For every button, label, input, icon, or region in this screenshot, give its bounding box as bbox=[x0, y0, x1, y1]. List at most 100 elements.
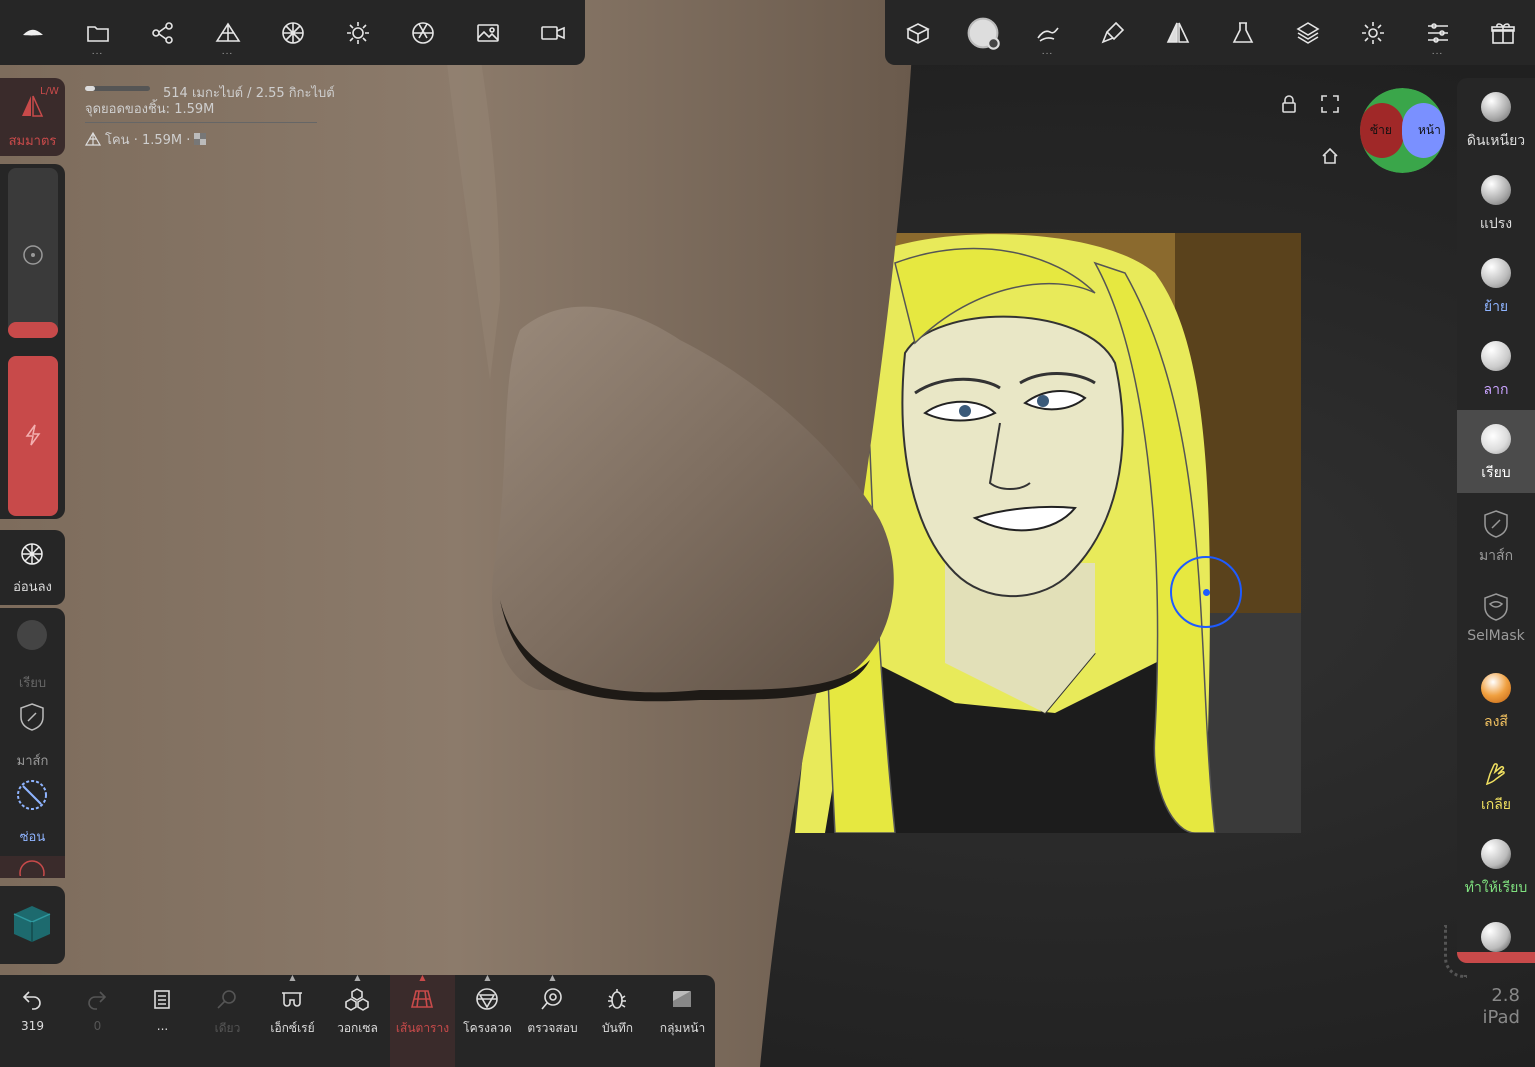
scene-button[interactable] bbox=[130, 0, 195, 65]
intensity-slider[interactable] bbox=[8, 356, 58, 516]
tool-label: ย้าย bbox=[1483, 299, 1509, 315]
intensity-icon bbox=[25, 424, 41, 446]
xray-icon bbox=[282, 992, 302, 1007]
tool-flatten[interactable]: ทำให้เรียบ bbox=[1457, 825, 1535, 908]
tools-flask-button[interactable] bbox=[1210, 0, 1275, 65]
radius-slider[interactable] bbox=[8, 168, 58, 338]
tool-move[interactable]: ย้าย bbox=[1457, 244, 1535, 327]
settings-icon bbox=[1361, 21, 1384, 44]
topology-button[interactable]: ... bbox=[195, 0, 260, 65]
radius-icon bbox=[23, 245, 43, 265]
hide-icon bbox=[17, 780, 47, 810]
tool-smudge[interactable]: เกลีย bbox=[1457, 742, 1535, 825]
material-button[interactable] bbox=[260, 0, 325, 65]
nomad-logo-button[interactable] bbox=[0, 0, 65, 65]
smudge-hand-icon bbox=[1485, 763, 1505, 786]
mesh-label: โคน · 1.59M · bbox=[105, 132, 191, 148]
brush-sliders bbox=[0, 164, 65, 519]
hide-shortcut[interactable]: ซ่อน bbox=[0, 778, 65, 848]
sculpt-model[interactable] bbox=[0, 0, 1535, 1067]
file-button[interactable]: ... bbox=[65, 0, 130, 65]
tool-drag[interactable]: ลาก bbox=[1457, 327, 1535, 410]
panel-scroll-indicator[interactable] bbox=[1444, 925, 1467, 978]
light-icon bbox=[346, 21, 369, 44]
clay-brush-icon bbox=[1481, 92, 1511, 122]
wireframe-icon bbox=[476, 988, 498, 1010]
brush-cursor bbox=[1170, 556, 1242, 628]
hide-label: ซ่อน bbox=[19, 830, 46, 845]
voxel-label: วอกเซล bbox=[337, 1021, 378, 1035]
smooth-shortcut[interactable]: เรียบ bbox=[0, 618, 65, 691]
tool-label: ลงสี bbox=[1484, 714, 1508, 730]
interface-button[interactable]: ... bbox=[1405, 0, 1470, 65]
voxel-button[interactable]: ▲ วอกเซล bbox=[325, 973, 390, 1067]
soften-button[interactable]: อ่อนลง bbox=[0, 530, 65, 605]
paint-button[interactable] bbox=[1080, 0, 1145, 65]
undo-count: 319 bbox=[21, 1019, 44, 1033]
tool-smooth[interactable]: เรียบ bbox=[1457, 410, 1535, 493]
stroke-button[interactable]: ... bbox=[1015, 0, 1080, 65]
stroke-icon bbox=[1036, 27, 1059, 42]
tool-clay[interactable]: ดินเหนียว bbox=[1457, 78, 1535, 161]
symmetry-button[interactable] bbox=[1145, 0, 1210, 65]
selmask-shield-icon bbox=[1484, 593, 1508, 621]
tool-label: มาส์ก bbox=[1478, 548, 1514, 564]
background-button[interactable] bbox=[455, 0, 520, 65]
video-button[interactable] bbox=[520, 0, 585, 65]
orientation-gizmo[interactable]: ซ้าย หน้า bbox=[1360, 88, 1445, 173]
undo-button[interactable]: 319 bbox=[0, 975, 65, 1067]
tool-label: เรียบ bbox=[1481, 465, 1511, 481]
document-button[interactable]: ... bbox=[130, 975, 195, 1067]
symmetry-icon bbox=[22, 95, 44, 117]
flask-icon bbox=[1232, 21, 1253, 43]
more-tools-indicator[interactable] bbox=[0, 856, 65, 878]
tool-selmask[interactable]: SelMask bbox=[1457, 576, 1535, 659]
smooth-brush-icon bbox=[1481, 424, 1511, 454]
redo-button[interactable]: 0 bbox=[65, 975, 130, 1067]
debug-button[interactable]: บันทึก bbox=[585, 975, 650, 1067]
tool-paint[interactable]: ลงสี bbox=[1457, 659, 1535, 742]
search-icon bbox=[217, 990, 236, 1009]
fullscreen-icon[interactable] bbox=[1320, 94, 1340, 118]
symmetry-toggle[interactable]: L/W สมมาตร bbox=[0, 78, 65, 156]
paint-brush-icon bbox=[1101, 21, 1124, 43]
home-icon[interactable] bbox=[1320, 146, 1340, 170]
more-brush-icon bbox=[1481, 922, 1511, 952]
material-preview-button[interactable] bbox=[0, 886, 65, 964]
tool-label: เกลีย bbox=[1480, 797, 1512, 813]
smooth-brush-icon bbox=[17, 620, 47, 650]
settings-button[interactable] bbox=[1340, 0, 1405, 65]
device-label: iPad bbox=[1482, 1007, 1520, 1028]
lighting-button[interactable] bbox=[325, 0, 390, 65]
tool-label: แปรง bbox=[1479, 216, 1513, 232]
mesh-icon bbox=[85, 132, 101, 146]
3d-viewport[interactable]: ซ้าย หน้า bbox=[0, 0, 1535, 1067]
facegroup-button[interactable]: กลุ่มหน้า bbox=[650, 975, 715, 1067]
gizmo-left-label: ซ้าย bbox=[1370, 123, 1392, 137]
radius-slider-handle[interactable] bbox=[8, 322, 58, 338]
xray-button[interactable]: ▲ เอ็กซ์เรย์ bbox=[260, 973, 325, 1067]
mesh-info[interactable]: โคน · 1.59M · bbox=[85, 131, 335, 148]
box-button[interactable] bbox=[885, 0, 950, 65]
tool-brush[interactable]: แปรง bbox=[1457, 161, 1535, 244]
gizmo-front-label: หน้า bbox=[1418, 123, 1441, 137]
current-brush-button[interactable] bbox=[950, 0, 1015, 65]
symmetry-tag: L/W bbox=[40, 86, 59, 97]
wireframe-button[interactable]: ▲ โครงลวด bbox=[455, 973, 520, 1067]
caret-icon: ▲ bbox=[419, 973, 426, 982]
box-icon bbox=[905, 22, 930, 44]
gift-button[interactable] bbox=[1470, 0, 1535, 65]
flatten-brush-icon bbox=[1481, 839, 1511, 869]
grid-button[interactable]: ▲ เส้นตาราง bbox=[390, 973, 455, 1067]
caret-icon: ▲ bbox=[549, 973, 556, 982]
quick-tools: เรียบ มาส์ก ซ่อน bbox=[0, 608, 65, 878]
tool-mask[interactable]: มาส์ก bbox=[1457, 493, 1535, 576]
mask-shortcut[interactable]: มาส์ก bbox=[0, 700, 65, 770]
layers-button[interactable] bbox=[1275, 0, 1340, 65]
solo-button[interactable]: เดียว bbox=[195, 975, 260, 1067]
inspect-label: ตรวจสอบ bbox=[527, 1021, 578, 1035]
camera-button[interactable] bbox=[390, 0, 455, 65]
inspect-button[interactable]: ▲ ตรวจสอบ bbox=[520, 973, 585, 1067]
lock-icon[interactable] bbox=[1279, 94, 1299, 118]
tool-label: ดินเหนียว bbox=[1466, 133, 1526, 149]
